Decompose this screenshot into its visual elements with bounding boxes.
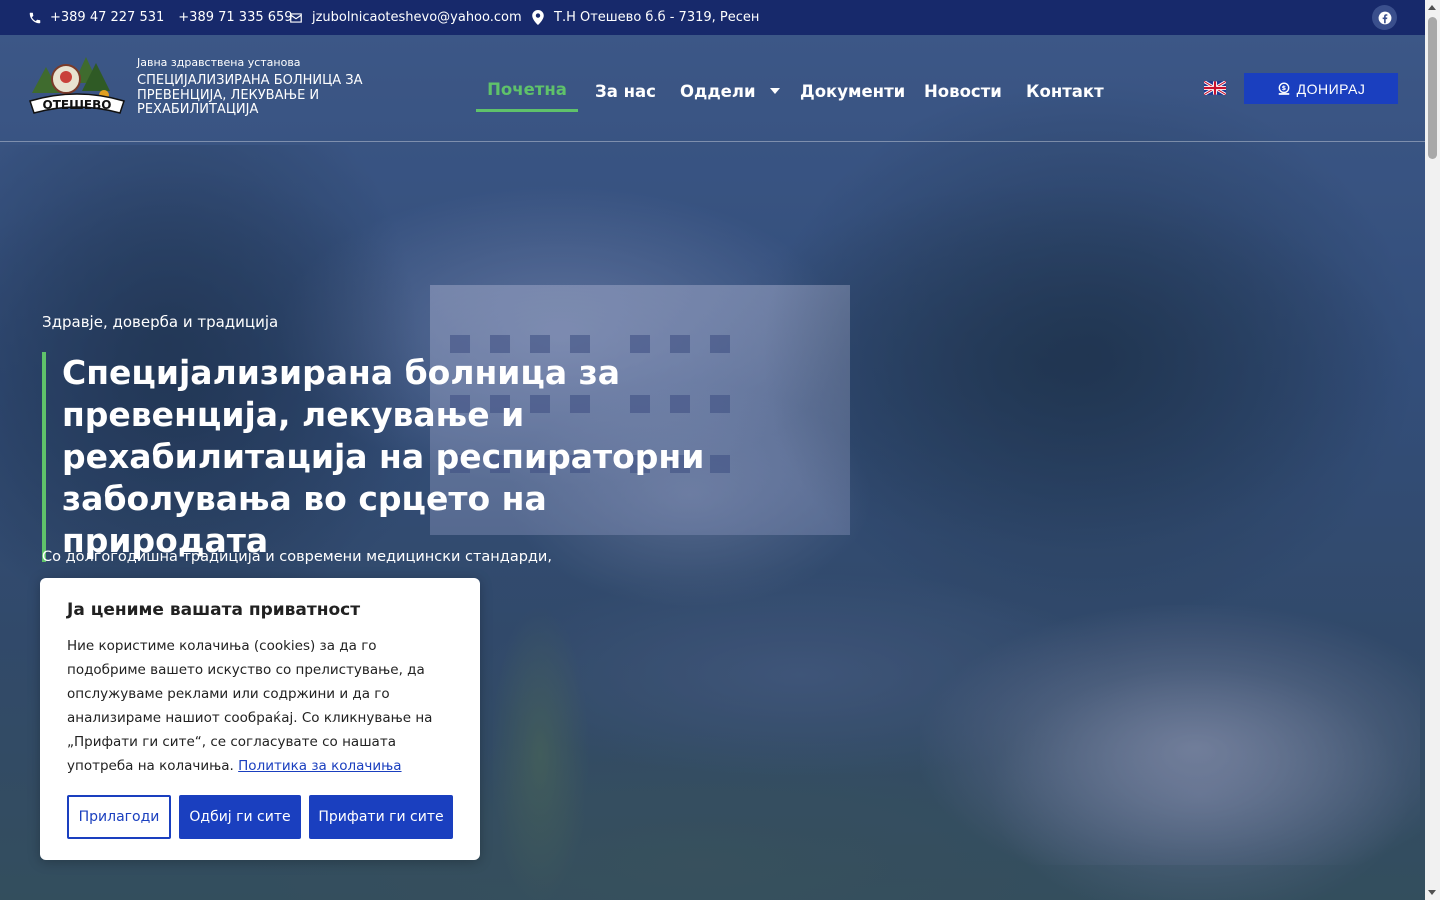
customize-button[interactable]: Прилагоди: [67, 795, 171, 839]
svg-text:$: $: [1281, 84, 1286, 92]
page-scrollbar[interactable]: [1425, 0, 1440, 900]
top-contact-bar: +389 47 227 531 +389 71 335 659 jzubolni…: [0, 0, 1425, 35]
address-text: Т.Н Отешево б.б - 7319, Ресен: [554, 10, 760, 25]
cookie-consent-dialog: Ја цениме вашата приватност Ние користим…: [40, 578, 480, 860]
phone-1[interactable]: +389 47 227 531: [50, 10, 164, 25]
donate-label[interactable]: ДОНИРАЈ: [1297, 81, 1366, 97]
chevron-down-icon[interactable]: [769, 88, 780, 94]
phone-item[interactable]: +389 47 227 531 +389 71 335 659: [28, 0, 293, 35]
email-item[interactable]: jzubolnicaoteshevo@yahoo.com: [289, 0, 522, 35]
nav-departments[interactable]: Оддели: [680, 70, 780, 112]
nav-about-label[interactable]: За нас: [595, 82, 656, 101]
donate-button[interactable]: $ ДОНИРАЈ: [1244, 73, 1398, 104]
scroll-up-arrow-icon[interactable]: [1428, 5, 1436, 10]
institution-name: Специјализирана болница за превенција, л…: [137, 73, 363, 117]
nav-documents[interactable]: Документи: [800, 70, 905, 112]
cookie-policy-link[interactable]: Политика за колачиња: [238, 758, 401, 774]
nav-home-label[interactable]: Почетна: [487, 80, 567, 99]
hero-headline-block: Специјализирана болница за превенција, л…: [42, 352, 742, 562]
email-text[interactable]: jzubolnicaoteshevo@yahoo.com: [312, 10, 522, 25]
cookie-title: Ја цениме вашата приватност: [67, 600, 361, 620]
svg-text:ОТЕШЕВО: ОТЕШЕВО: [43, 98, 112, 112]
nav-contact[interactable]: Контакт: [1026, 70, 1104, 112]
accept-all-button[interactable]: Прифати ги сите: [309, 795, 453, 839]
facebook-link[interactable]: [1372, 5, 1397, 30]
cookie-body-text: Ние користиме колачиња (cookies) за да г…: [67, 638, 433, 774]
site-header: ОТЕШЕВО Јавна здравствена установа Специ…: [0, 35, 1425, 142]
envelope-icon: [290, 12, 302, 23]
hero-tagline: Здравје, доверба и традиција: [42, 313, 279, 331]
nav-contact-label[interactable]: Контакт: [1026, 82, 1104, 101]
facebook-icon: [1378, 11, 1391, 24]
institution-type: Јавна здравствена установа: [137, 56, 301, 69]
reject-all-button[interactable]: Одбиј ги сите: [179, 795, 301, 839]
scroll-down-arrow-icon[interactable]: [1428, 890, 1436, 895]
nav-home[interactable]: Почетна: [476, 70, 578, 112]
nav-news-label[interactable]: Новости: [924, 82, 1002, 101]
cookie-text: Ние користиме колачиња (cookies) за да г…: [67, 634, 453, 778]
donation-icon: $: [1278, 81, 1289, 95]
nav-news[interactable]: Новости: [924, 70, 1002, 112]
nav-about[interactable]: За нас: [595, 70, 656, 112]
hero-headline: Специјализирана болница за превенција, л…: [62, 353, 705, 560]
scrollbar-thumb[interactable]: [1428, 17, 1437, 159]
map-pin-icon: [532, 10, 544, 25]
phone-2[interactable]: +389 71 335 659: [178, 10, 292, 25]
nav-documents-label[interactable]: Документи: [800, 82, 905, 101]
address-item: Т.Н Отешево б.б - 7319, Ресен: [532, 0, 759, 35]
phone-icon: [29, 12, 41, 23]
hospital-logo[interactable]: ОТЕШЕВО: [26, 53, 128, 123]
nav-departments-label[interactable]: Оддели: [680, 82, 756, 101]
uk-flag-icon[interactable]: [1204, 81, 1226, 95]
